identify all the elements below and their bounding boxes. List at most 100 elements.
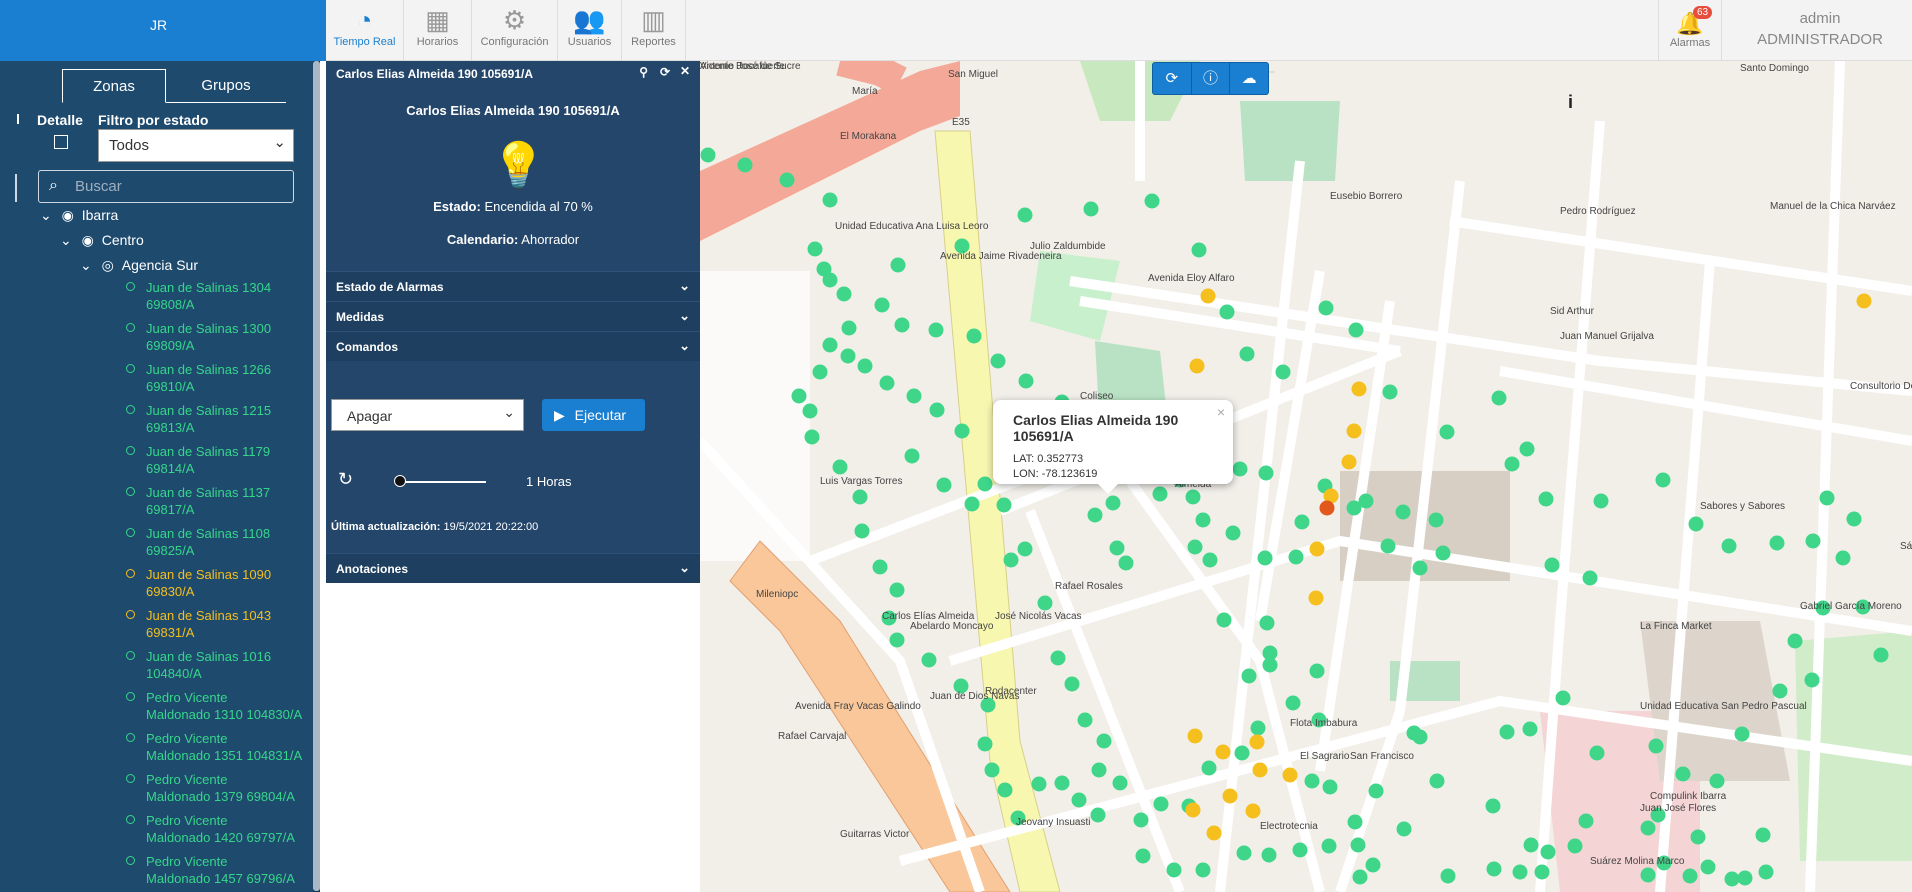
lamp-marker-on[interactable] bbox=[874, 297, 890, 313]
tree-leaf[interactable]: Pedro Vicente Maldonado 1457 69796/A bbox=[126, 853, 311, 887]
lamp-marker-on[interactable] bbox=[1675, 766, 1691, 782]
lamp-marker-on[interactable] bbox=[1054, 775, 1070, 791]
lamp-marker-on[interactable] bbox=[1195, 512, 1211, 528]
lamp-marker-on[interactable] bbox=[1805, 533, 1821, 549]
lamp-marker-on[interactable] bbox=[894, 317, 910, 333]
tree-leaf[interactable]: Juan de Salinas 1304 69808/A bbox=[126, 279, 311, 313]
section-anotaciones[interactable]: Anotaciones ⌄ bbox=[326, 553, 700, 583]
lamp-marker-on[interactable] bbox=[1819, 490, 1835, 506]
lamp-marker-on[interactable] bbox=[1734, 726, 1750, 742]
lamp-marker-on[interactable] bbox=[1737, 870, 1753, 886]
lamp-marker-on[interactable] bbox=[1721, 538, 1737, 554]
lamp-marker-on[interactable] bbox=[1709, 773, 1725, 789]
hours-slider[interactable] bbox=[396, 481, 486, 483]
execute-button[interactable]: ▶ Ejecutar bbox=[542, 399, 645, 431]
lamp-marker-on[interactable] bbox=[1118, 555, 1134, 571]
lamp-marker-on[interactable] bbox=[1512, 864, 1528, 880]
lamp-marker-on[interactable] bbox=[1846, 511, 1862, 527]
command-select[interactable]: Apagar bbox=[331, 399, 524, 431]
lamp-marker-on[interactable] bbox=[984, 762, 1000, 778]
logo[interactable]: JR bbox=[0, 0, 326, 61]
lamp-marker-on[interactable] bbox=[1538, 491, 1554, 507]
lamp-marker-on[interactable] bbox=[1486, 861, 1502, 877]
lamp-marker-on[interactable] bbox=[1690, 829, 1706, 845]
lamp-marker-on[interactable] bbox=[1440, 868, 1456, 884]
nav-horarios[interactable]: ▦ Horarios bbox=[404, 0, 472, 61]
lamp-marker-on[interactable] bbox=[802, 403, 818, 419]
lamp-marker-on[interactable] bbox=[1292, 842, 1308, 858]
lamp-marker-on[interactable] bbox=[1262, 645, 1278, 661]
tree-node-zone[interactable]: ⌄ ◉ Centro bbox=[60, 232, 144, 249]
lamp-marker-on[interactable] bbox=[1491, 390, 1507, 406]
lamp-marker-on[interactable] bbox=[1236, 845, 1252, 861]
lamp-marker-partial[interactable] bbox=[1252, 762, 1268, 778]
lamp-marker-on[interactable] bbox=[928, 322, 944, 338]
lamp-marker-on[interactable] bbox=[1109, 540, 1125, 556]
tree-leaf[interactable]: Juan de Salinas 1090 69830/A bbox=[126, 566, 311, 600]
history-icon[interactable]: ↻ bbox=[338, 469, 353, 490]
lamp-marker-partial[interactable] bbox=[1308, 590, 1324, 606]
section-estado-alarmas[interactable]: Estado de Alarmas ⌄ bbox=[326, 271, 700, 301]
tree-leaf[interactable]: Juan de Salinas 1266 69810/A bbox=[126, 361, 311, 395]
lamp-marker-on[interactable] bbox=[1504, 456, 1520, 472]
lamp-marker-on[interactable] bbox=[1544, 557, 1560, 573]
refresh-icon[interactable]: ⟳ bbox=[1153, 63, 1192, 94]
lamp-marker-on[interactable] bbox=[840, 348, 856, 364]
lamp-marker-on[interactable] bbox=[1640, 820, 1656, 836]
lamp-marker-on[interactable] bbox=[1522, 721, 1538, 737]
lamp-marker-on[interactable] bbox=[1499, 724, 1515, 740]
lamp-marker-on[interactable] bbox=[889, 582, 905, 598]
lamp-marker-on[interactable] bbox=[1318, 300, 1334, 316]
lamp-marker-on[interactable] bbox=[964, 496, 980, 512]
cloud-icon[interactable]: ☁ bbox=[1230, 63, 1268, 94]
lamp-marker-on[interactable] bbox=[836, 286, 852, 302]
lamp-marker-partial[interactable] bbox=[1215, 744, 1231, 760]
lamp-marker-on[interactable] bbox=[1873, 647, 1889, 663]
info-icon[interactable]: ⓘ bbox=[1192, 63, 1231, 94]
lamp-marker-on[interactable] bbox=[1428, 512, 1444, 528]
lamp-marker-on[interactable] bbox=[1050, 650, 1066, 666]
lamp-marker-on[interactable] bbox=[1003, 552, 1019, 568]
lamp-marker-on[interactable] bbox=[1201, 760, 1217, 776]
lamp-marker-on[interactable] bbox=[700, 147, 716, 163]
lamp-marker-on[interactable] bbox=[1534, 864, 1550, 880]
lamp-marker-on[interactable] bbox=[1582, 570, 1598, 586]
lamp-marker-on[interactable] bbox=[1285, 695, 1301, 711]
lamp-marker-on[interactable] bbox=[1347, 814, 1363, 830]
lamp-marker-on[interactable] bbox=[779, 172, 795, 188]
lamp-marker-on[interactable] bbox=[1540, 844, 1556, 860]
lamp-marker-on[interactable] bbox=[1758, 864, 1774, 880]
lamp-marker-partial[interactable] bbox=[1341, 454, 1357, 470]
lamp-marker-on[interactable] bbox=[832, 459, 848, 475]
lamp-marker-on[interactable] bbox=[1017, 541, 1033, 557]
refresh-icon[interactable]: ⟳ bbox=[660, 65, 670, 79]
lamp-marker-on[interactable] bbox=[977, 476, 993, 492]
lamp-marker-on[interactable] bbox=[841, 320, 857, 336]
lamp-marker-on[interactable] bbox=[1071, 792, 1087, 808]
lamp-marker-on[interactable] bbox=[1396, 821, 1412, 837]
lamp-marker-on[interactable] bbox=[879, 375, 895, 391]
lamp-marker-on[interactable] bbox=[1406, 725, 1422, 741]
lamp-marker-on[interactable] bbox=[1017, 207, 1033, 223]
tab-grupos[interactable]: Grupos bbox=[174, 69, 278, 103]
tree-leaf[interactable]: Juan de Salinas 1043 69831/A bbox=[126, 607, 311, 641]
tab-zonas[interactable]: Zonas bbox=[62, 69, 166, 103]
lamp-marker-on[interactable] bbox=[936, 477, 952, 493]
tree-leaf[interactable]: Pedro Vicente Maldonado 1379 69804/A bbox=[126, 771, 311, 805]
lamp-marker-on[interactable] bbox=[1688, 516, 1704, 532]
lamp-marker-on[interactable] bbox=[1640, 867, 1656, 883]
lamp-marker-on[interactable] bbox=[1096, 733, 1112, 749]
lamp-marker-on[interactable] bbox=[1185, 489, 1201, 505]
lamp-marker-on[interactable] bbox=[1187, 539, 1203, 555]
lamp-marker-on[interactable] bbox=[1523, 837, 1539, 853]
lamp-marker-on[interactable] bbox=[977, 736, 993, 752]
lamp-marker-on[interactable] bbox=[1144, 193, 1160, 209]
lamp-marker-on[interactable] bbox=[1112, 775, 1128, 791]
lamp-marker-on[interactable] bbox=[1153, 796, 1169, 812]
lamp-marker-partial[interactable] bbox=[1249, 734, 1265, 750]
lamp-marker-on[interactable] bbox=[890, 257, 906, 273]
lamp-marker-on[interactable] bbox=[889, 632, 905, 648]
lamp-marker-on[interactable] bbox=[1322, 779, 1338, 795]
lamp-marker-on[interactable] bbox=[1152, 486, 1168, 502]
lamp-marker-on[interactable] bbox=[1241, 668, 1257, 684]
